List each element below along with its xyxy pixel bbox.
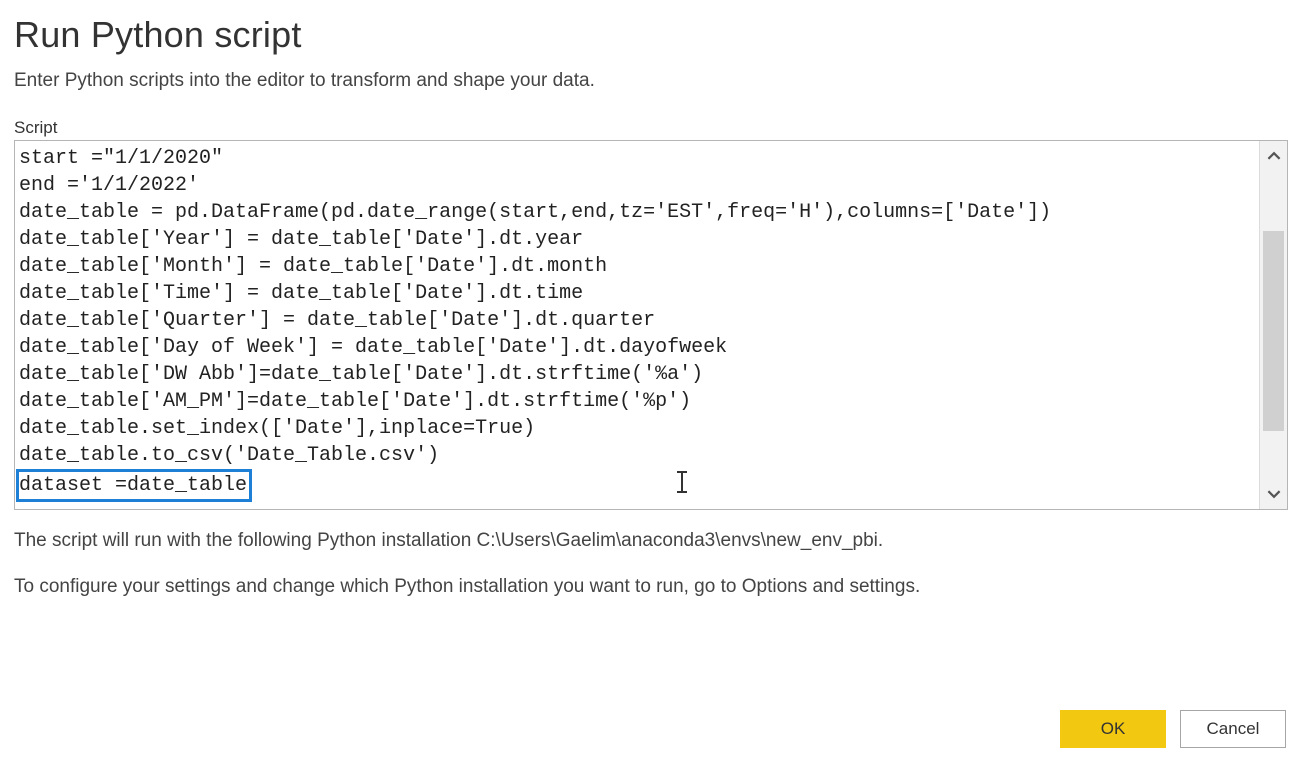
script-editor-viewport[interactable]: start ="1/1/2020" end ='1/1/2022' date_t… xyxy=(15,141,1259,509)
chevron-up-icon xyxy=(1267,149,1281,163)
python-install-info: The script will run with the following P… xyxy=(14,526,1290,556)
cancel-button[interactable]: Cancel xyxy=(1180,710,1286,748)
script-editor[interactable]: start ="1/1/2020" end ='1/1/2022' date_t… xyxy=(14,140,1288,510)
settings-hint: To configure your settings and change wh… xyxy=(14,572,1290,602)
script-code[interactable]: start ="1/1/2020" end ='1/1/2022' date_t… xyxy=(15,141,1259,506)
dialog-buttons: OK Cancel xyxy=(1060,710,1286,748)
scroll-down-button[interactable] xyxy=(1260,479,1288,509)
ok-button[interactable]: OK xyxy=(1060,710,1166,748)
dialog-title: Run Python script xyxy=(14,14,1290,56)
scroll-track[interactable] xyxy=(1260,171,1287,479)
dialog-subtitle: Enter Python scripts into the editor to … xyxy=(14,70,1290,92)
vertical-scrollbar[interactable] xyxy=(1259,141,1287,509)
run-python-script-dialog: Run Python script Enter Python scripts i… xyxy=(0,0,1304,616)
chevron-down-icon xyxy=(1267,487,1281,501)
script-label: Script xyxy=(14,118,1290,138)
scroll-thumb[interactable] xyxy=(1263,231,1284,431)
scroll-up-button[interactable] xyxy=(1260,141,1288,171)
highlighted-assignment: dataset =date_table xyxy=(16,469,252,502)
